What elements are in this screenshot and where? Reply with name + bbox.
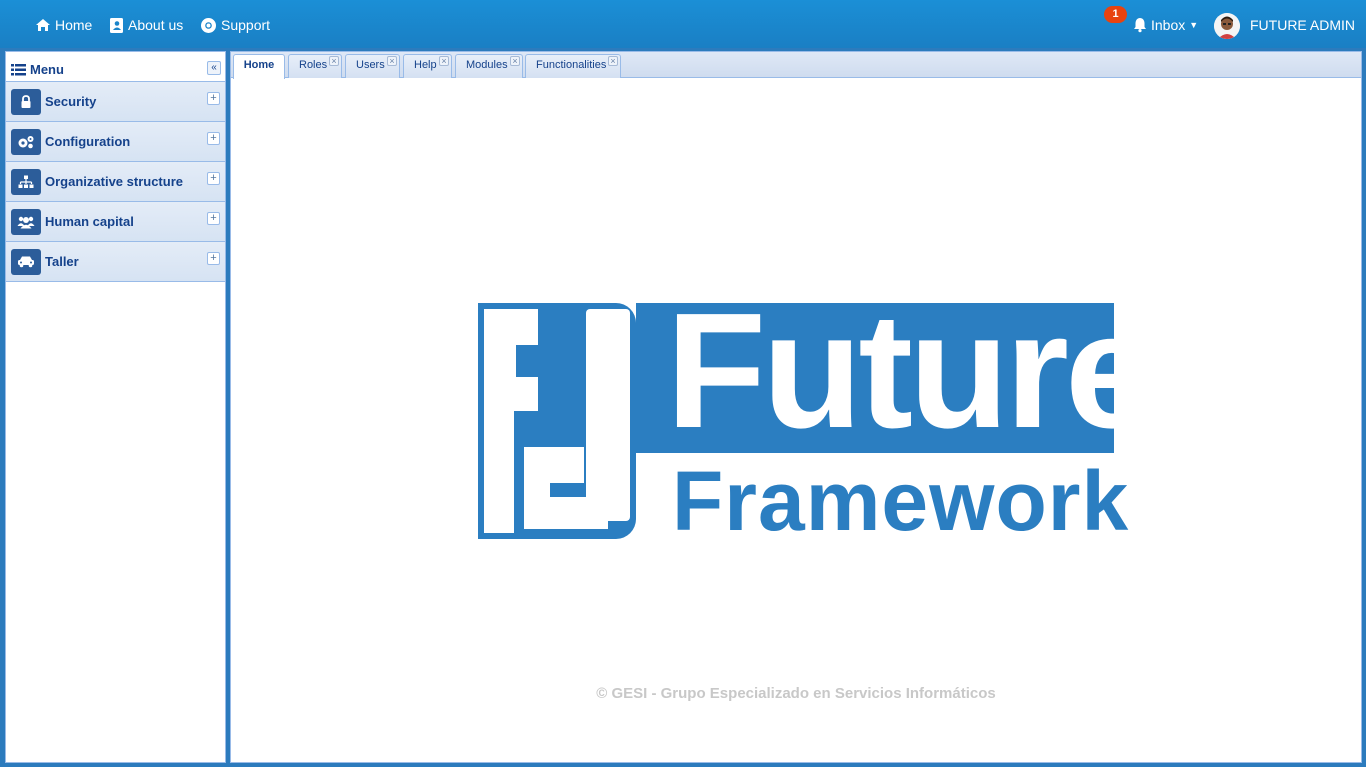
close-icon[interactable]: × — [608, 56, 618, 66]
sidebar-item-configuration[interactable]: Configuration + — [6, 122, 225, 162]
collapse-sidebar-button[interactable]: « — [207, 61, 221, 75]
sidebar-menu-panel: Menu « Security + Configuration + Organi… — [5, 51, 226, 763]
close-icon[interactable]: × — [329, 56, 339, 66]
main-content-panel: Home Roles × Users × Help × Modules × Fu… — [230, 51, 1362, 763]
user-name: FUTURE ADMIN — [1250, 17, 1355, 33]
sitemap-icon — [11, 168, 41, 195]
tab-users[interactable]: Users × — [345, 54, 400, 78]
expand-icon[interactable]: + — [207, 252, 220, 265]
tab-functionalities[interactable]: Functionalities × — [525, 54, 621, 78]
sidebar-header: Menu « — [6, 52, 225, 82]
close-icon[interactable]: × — [510, 56, 520, 66]
nav-home-label: Home — [55, 17, 93, 33]
tab-home[interactable]: Home — [233, 54, 285, 79]
tab-label: Users — [356, 59, 385, 71]
user-menu[interactable]: FUTURE ADMIN — [1250, 15, 1355, 35]
user-avatar[interactable] — [1214, 13, 1240, 39]
expand-icon[interactable]: + — [207, 92, 220, 105]
tab-help[interactable]: Help × — [403, 54, 452, 78]
close-icon[interactable]: × — [387, 56, 397, 66]
bell-icon — [1134, 18, 1146, 33]
close-icon[interactable]: × — [439, 56, 449, 66]
copyright-footer: © GESI - Grupo Especializado en Servicio… — [596, 685, 996, 702]
expand-icon[interactable]: + — [207, 172, 220, 185]
tab-strip: Home Roles × Users × Help × Modules × Fu… — [231, 52, 1361, 79]
tab-modules[interactable]: Modules × — [455, 54, 523, 78]
sidebar-item-organizative-structure[interactable]: Organizative structure + — [6, 162, 225, 202]
top-navbar: Home About us Support 1 Inbox ▼ FUTURE A… — [0, 0, 1366, 48]
sidebar-item-label: Security — [45, 94, 97, 109]
lifebuoy-icon — [201, 17, 216, 33]
tab-roles[interactable]: Roles × — [288, 54, 342, 78]
expand-icon[interactable]: + — [207, 132, 220, 145]
sidebar-item-human-capital[interactable]: Human capital + — [6, 202, 225, 242]
tab-label: Modules — [466, 59, 508, 71]
nav-support-label: Support — [221, 17, 271, 33]
tab-label: Home — [243, 59, 275, 71]
expand-icon[interactable]: + — [207, 212, 220, 225]
sidebar-item-security[interactable]: Security + — [6, 82, 225, 122]
tab-label: Roles — [299, 59, 328, 71]
nav-support-link[interactable]: Support — [200, 15, 270, 35]
tab-label: Functionalities — [536, 59, 607, 71]
tab-label: Help — [414, 59, 437, 71]
sidebar-item-label: Configuration — [45, 134, 131, 149]
contact-card-icon — [110, 17, 123, 33]
notification-badge: 1 — [1104, 6, 1127, 23]
car-icon — [11, 248, 41, 275]
nav-about-link[interactable]: About us — [109, 15, 183, 35]
home-icon — [36, 19, 50, 31]
gears-icon — [11, 128, 41, 155]
inbox-dropdown[interactable]: Inbox ▼ — [1133, 15, 1198, 35]
logo-word-future: Future — [666, 279, 1156, 462]
inbox-label: Inbox — [1151, 17, 1186, 33]
list-icon — [11, 64, 26, 76]
sidebar-item-label: Organizative structure — [45, 174, 183, 189]
logo-word-framework: Framework — [672, 454, 1130, 548]
sidebar-item-label: Human capital — [45, 214, 134, 229]
sidebar-item-taller[interactable]: Taller + — [6, 242, 225, 282]
caret-down-icon: ▼ — [1189, 20, 1199, 30]
users-icon — [11, 208, 41, 235]
sidebar-item-label: Taller — [45, 254, 79, 269]
future-framework-logo: Future Framework — [476, 289, 1156, 546]
nav-home-link[interactable]: Home — [35, 15, 92, 35]
sidebar-title: Menu — [30, 62, 64, 77]
lock-icon — [11, 88, 41, 115]
nav-about-label: About us — [128, 17, 184, 33]
